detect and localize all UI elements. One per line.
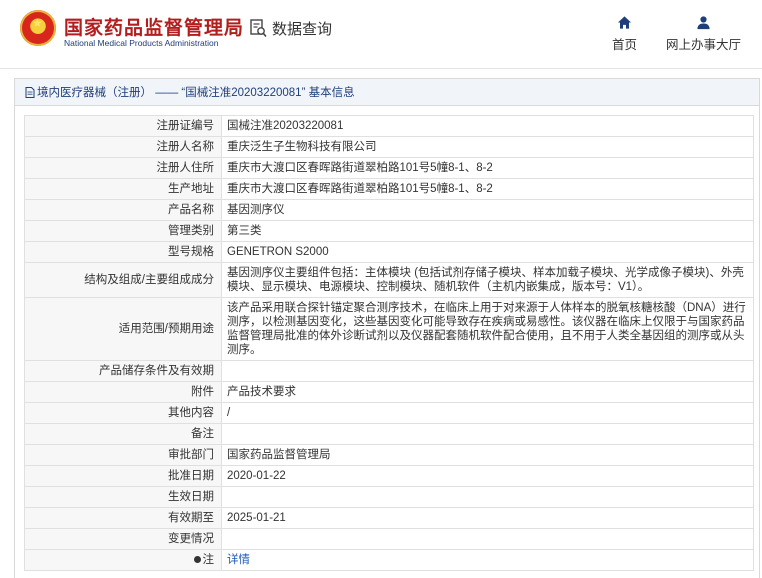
row-value — [221, 528, 754, 550]
row-value: 重庆市大渡口区春晖路街道翠柏路101号5幢8-1、8-2 — [221, 178, 754, 200]
table-row: 生产地址 重庆市大渡口区春晖路街道翠柏路101号5幢8-1、8-2 — [24, 178, 754, 200]
row-value: 该产品采用联合探针锚定聚合测序技术，在临床上用于对来源于人体样本的脱氧核糖核酸（… — [221, 297, 754, 361]
nav-hall-label: 网上办事大厅 — [666, 38, 742, 52]
row-label: 其他内容 — [24, 402, 222, 424]
table-row: 其他内容 / — [24, 402, 754, 424]
table-row: 有效期至 2025-01-21 — [24, 507, 754, 529]
table-row: 注册人住所 重庆市大渡口区春晖路街道翠柏路101号5幢8-1、8-2 — [24, 157, 754, 179]
row-label: 型号规格 — [24, 241, 222, 263]
note-value-cell: 详情 — [221, 549, 754, 571]
brand-name-en[interactable]: National Medical Products Administration — [64, 38, 219, 48]
row-label: 注册人名称 — [24, 136, 222, 158]
row-value: 产品技术要求 — [221, 381, 754, 403]
table-row: 附件 产品技术要求 — [24, 381, 754, 403]
details-link[interactable]: 详情 — [227, 554, 250, 566]
row-value — [221, 423, 754, 445]
table-row: 管理类别 第三类 — [24, 220, 754, 242]
info-dot-icon — [193, 556, 201, 563]
note-label: 注 — [202, 554, 215, 566]
table-row: 生效日期 — [24, 486, 754, 508]
panel-title: 境内医疗器械（注册） —— “国械注准20203220081” 基本信息 — [37, 87, 355, 99]
row-label: 生产地址 — [24, 178, 222, 200]
row-label: 附件 — [24, 381, 222, 403]
row-value: / — [221, 402, 754, 424]
table-row: 变更情况 — [24, 528, 754, 550]
data-query-label: 数据查询 — [272, 21, 333, 38]
table-row: 产品储存条件及有效期 — [24, 360, 754, 382]
row-value: 基因测序仪主要组件包括：主体模块 (包括试剂存储子模块、样本加载子模块、光学成像… — [221, 262, 754, 298]
nav-online-service-hall[interactable]: 网上办事大厅 — [666, 15, 741, 53]
panel-header: 境内医疗器械（注册） —— “国械注准20203220081” 基本信息 — [15, 79, 759, 106]
row-label: 生效日期 — [24, 486, 222, 508]
table-row: 适用范围/预期用途 该产品采用联合探针锚定聚合测序技术，在临床上用于对来源于人体样… — [24, 297, 754, 361]
table-row: 备注 — [24, 423, 754, 445]
row-label: 审批部门 — [24, 444, 222, 466]
row-value: 2025-01-21 — [221, 507, 754, 529]
table-row: 型号规格 GENETRON S2000 — [24, 241, 754, 263]
row-value: 重庆市大渡口区春晖路街道翠柏路101号5幢8-1、8-2 — [221, 157, 754, 179]
row-value: 国家药品监督管理局 — [221, 444, 754, 466]
row-label: 注册人住所 — [24, 157, 222, 179]
row-value: 基因测序仪 — [221, 199, 754, 221]
note-label-cell: 注 — [24, 549, 222, 571]
row-label: 产品储存条件及有效期 — [24, 360, 222, 382]
row-value — [221, 486, 754, 508]
table-row: 结构及组成/主要组成成分 基因测序仪主要组件包括：主体模块 (包括试剂存储子模块、… — [24, 262, 754, 298]
row-label: 批准日期 — [24, 465, 222, 487]
table-row: 产品名称 基因测序仪 — [24, 199, 754, 221]
row-value: 重庆泛生子生物科技有限公司 — [221, 136, 754, 158]
row-label: 管理类别 — [24, 220, 222, 242]
document-icon — [25, 86, 35, 98]
user-icon — [697, 16, 710, 30]
data-query-link[interactable]: 数据查询 — [250, 18, 332, 39]
row-label: 适用范围/预期用途 — [24, 297, 222, 361]
nav-home-label: 首页 — [612, 38, 638, 52]
row-value: 2020-01-22 — [221, 465, 754, 487]
row-value: 第三类 — [221, 220, 754, 242]
site-header: ★ 国家药品监督管理局 National Medical Products Ad… — [0, 0, 762, 68]
table-row: 注册证编号 国械注准20203220081 — [24, 115, 754, 137]
row-label: 有效期至 — [24, 507, 222, 529]
nav-home[interactable]: 首页 — [612, 15, 637, 53]
table-row: 批准日期 2020-01-22 — [24, 465, 754, 487]
header-divider — [0, 68, 762, 69]
row-value: 国械注准20203220081 — [221, 115, 754, 137]
table-row: 注册人名称 重庆泛生子生物科技有限公司 — [24, 136, 754, 158]
device-info-table: 注册证编号 国械注准20203220081 注册人名称 重庆泛生子生物科技有限公司 … — [24, 115, 754, 571]
row-label: 备注 — [24, 423, 222, 445]
row-label: 产品名称 — [24, 199, 222, 221]
table-row: 审批部门 国家药品监督管理局 — [24, 444, 754, 466]
row-value: GENETRON S2000 — [221, 241, 754, 263]
national-emblem-icon[interactable]: ★ — [20, 10, 56, 46]
row-label: 结构及组成/主要组成成分 — [24, 262, 222, 298]
row-label: 变更情况 — [24, 528, 222, 550]
note-row: 注 详情 — [24, 549, 754, 571]
row-label: 注册证编号 — [24, 115, 222, 137]
info-panel: 境内医疗器械（注册） —— “国械注准20203220081” 基本信息 注册证… — [14, 78, 760, 578]
brand-name-cn[interactable]: 国家药品监督管理局 — [64, 13, 244, 40]
document-search-icon — [250, 19, 267, 38]
row-value — [221, 360, 754, 382]
home-icon — [617, 16, 632, 29]
